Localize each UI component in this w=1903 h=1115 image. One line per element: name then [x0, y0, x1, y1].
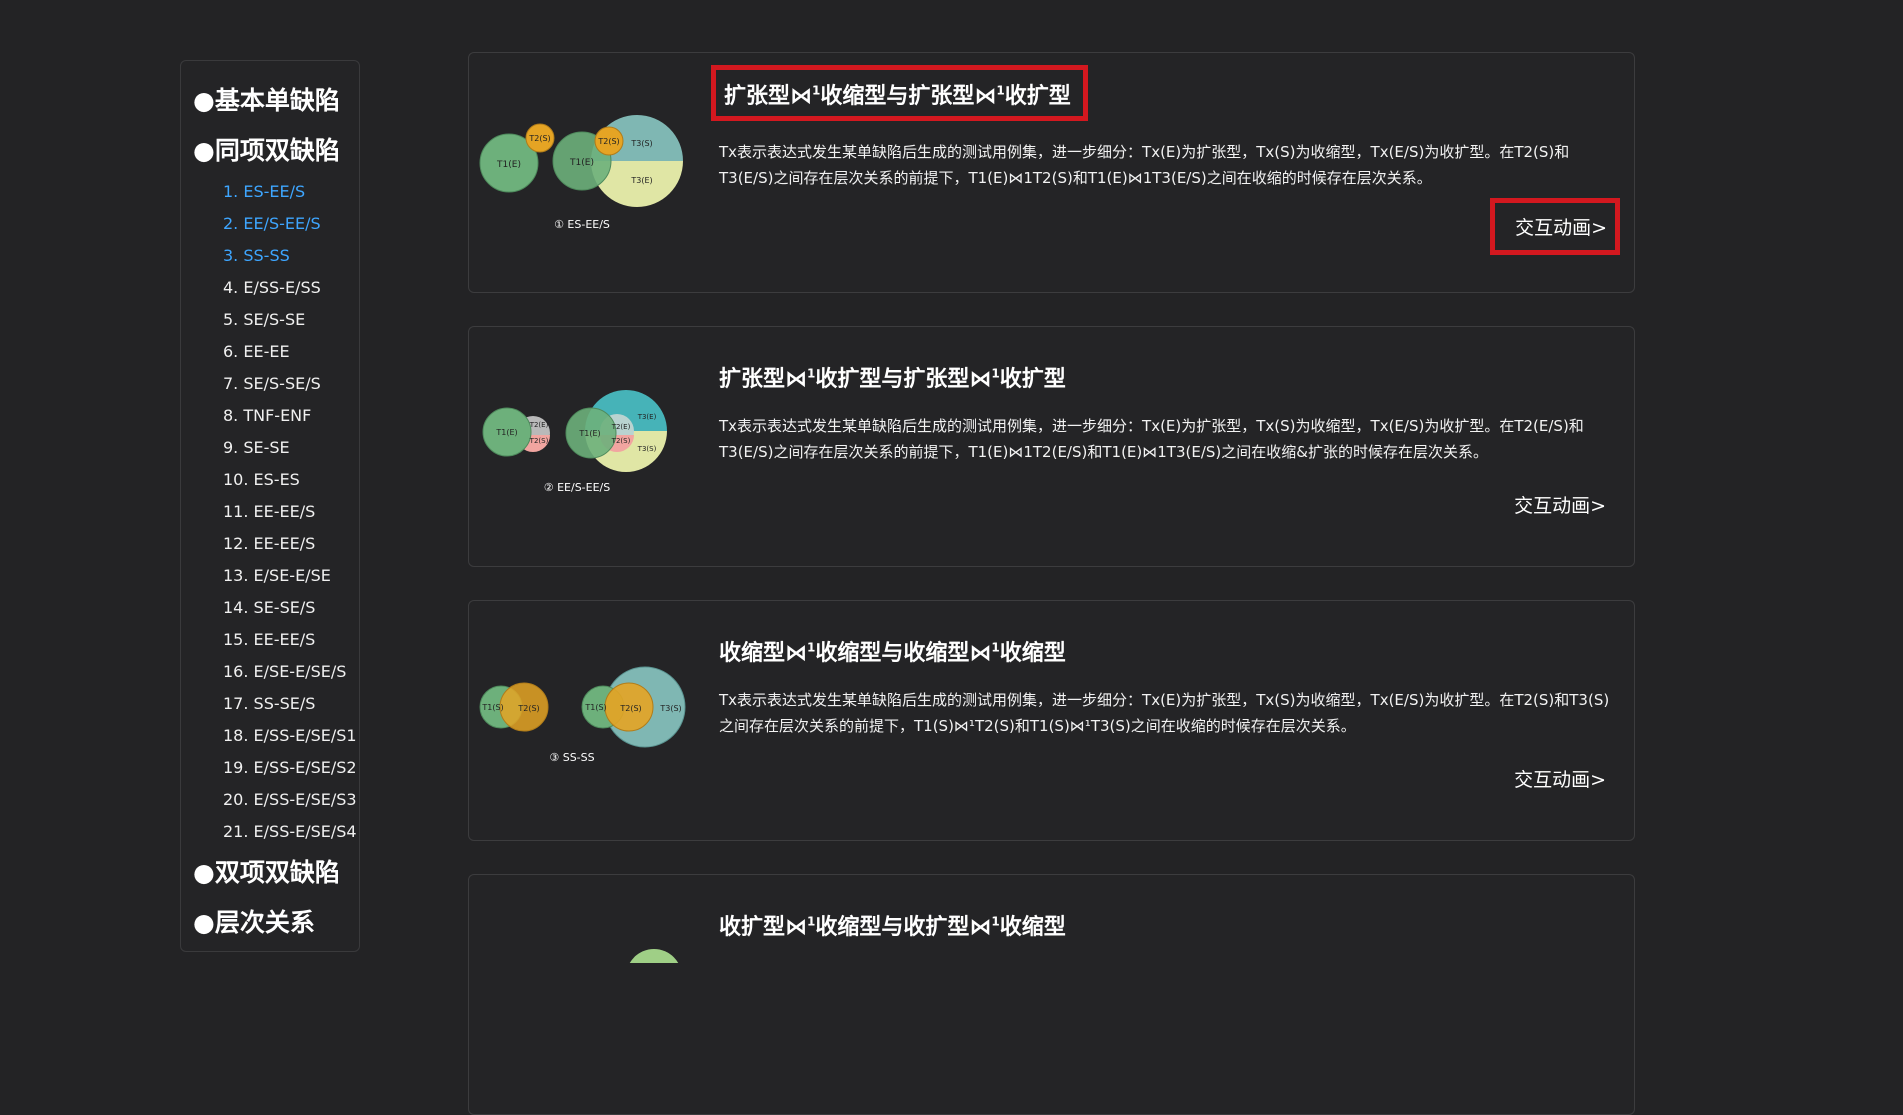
sidebar-item[interactable]: 6. EE-EE: [223, 336, 357, 368]
venn-label: T3(E): [630, 176, 652, 185]
venn-diagram-partial: [629, 949, 679, 963]
venn-label: T3(E): [637, 413, 657, 421]
sidebar-item[interactable]: 16. E/SE-E/SE/S: [223, 656, 357, 688]
defect-card: T1(S) T2(S) T1(S) T2(S) T3(S) ③ SS-SS 收缩…: [468, 600, 1635, 841]
card-title: 收缩型⋈1收缩型与收缩型⋈1收缩型: [719, 640, 1066, 666]
figure-caption: ③ SS-SS: [549, 751, 594, 764]
card-title: 扩张型⋈1收缩型与扩张型⋈1收扩型: [711, 65, 1088, 121]
sidebar-item[interactable]: 21. E/SS-E/SE/S4: [223, 816, 357, 848]
sidebar-item[interactable]: 12. EE-EE/S: [223, 528, 357, 560]
venn-label: T1(S): [481, 703, 503, 712]
venn-diagram-ss-ss: T1(S) T2(S) T1(S) T2(S) T3(S) ③ SS-SS: [479, 666, 686, 764]
sidebar-item[interactable]: 13. E/SE-E/SE: [223, 560, 357, 592]
sidebar-nav: ●基本单缺陷 ●同项双缺陷 1. ES-EE/S 2. EE/S-EE/S 3.…: [180, 60, 360, 952]
defect-card: T1(E) T2(S) T1(E) T2(S) T3(S) T3(E) ① ES…: [468, 52, 1635, 293]
venn-label: T2(S): [597, 137, 619, 146]
venn-label: T3(S): [659, 704, 681, 713]
sidebar-item[interactable]: 20. E/SS-E/SE/S3: [223, 784, 357, 816]
venn-label: T2(S): [517, 704, 539, 713]
interactive-animation-button[interactable]: 交互动画>: [1514, 765, 1606, 792]
card-title: 扩张型⋈1收扩型与扩张型⋈1收扩型: [719, 366, 1066, 392]
defect-card: 收扩型⋈1收缩型与收扩型⋈1收缩型: [468, 874, 1635, 1115]
sidebar-item[interactable]: 15. EE-EE/S: [223, 624, 357, 656]
venn-label: T2(S): [528, 134, 550, 143]
interactive-animation-button[interactable]: 交互动画>: [1490, 198, 1620, 255]
venn-label: T3(S): [630, 139, 652, 148]
sidebar-item[interactable]: 4. E/SS-E/SS: [223, 272, 357, 304]
sidebar-item[interactable]: 9. SE-SE: [223, 432, 357, 464]
sidebar-item[interactable]: 19. E/SS-E/SE/S2: [223, 752, 357, 784]
venn-label: T2(E): [529, 421, 549, 429]
venn-label: T2(E): [611, 423, 631, 431]
figure-caption: ① ES-EE/S: [554, 218, 610, 231]
venn-label: T2(S): [619, 704, 641, 713]
venn-label: T1(E): [578, 429, 600, 438]
sidebar-item[interactable]: 18. E/SS-E/SE/S1: [223, 720, 357, 752]
venn-label: T2(S): [611, 437, 631, 445]
venn-label: T1(E): [496, 160, 521, 170]
sidebar-section-same-item-double-defect[interactable]: ●同项双缺陷: [193, 131, 340, 167]
card-description: Tx表示表达式发生某单缺陷后生成的测试用例集，进一步细分：Tx(E)为扩张型，T…: [719, 691, 1610, 735]
card-description: Tx表示表达式发生某单缺陷后生成的测试用例集，进一步细分：Tx(E)为扩张型，T…: [719, 143, 1570, 187]
sidebar-section-hierarchy[interactable]: ●层次关系: [193, 903, 315, 939]
sidebar-item[interactable]: 14. SE-SE/S: [223, 592, 357, 624]
venn-label: T2(S): [529, 437, 549, 445]
figure-caption: ② EE/S-EE/S: [544, 481, 611, 494]
sidebar-item[interactable]: 5. SE/S-SE: [223, 304, 357, 336]
sidebar-item[interactable]: 10. ES-ES: [223, 464, 357, 496]
venn-diagram-ees-ees: T1(E) T2(E) T2(S) T1(E) T2(E) T2(S) T3(E…: [482, 390, 667, 494]
sidebar-item[interactable]: 1. ES-EE/S: [223, 176, 357, 208]
card-description: Tx表示表达式发生某单缺陷后生成的测试用例集，进一步细分：Tx(E)为扩张型，T…: [719, 417, 1584, 461]
venn-circle: [629, 949, 679, 963]
sidebar-sub-list: 1. ES-EE/S 2. EE/S-EE/S 3. SS-SS 4. E/SS…: [223, 176, 357, 848]
sidebar-item[interactable]: 11. EE-EE/S: [223, 496, 357, 528]
sidebar-item[interactable]: 3. SS-SS: [223, 240, 357, 272]
sidebar-item[interactable]: 7. SE/S-SE/S: [223, 368, 357, 400]
sidebar-item[interactable]: 17. SS-SE/S: [223, 688, 357, 720]
sidebar-item[interactable]: 8. TNF-ENF: [223, 400, 357, 432]
venn-label: T1(S): [584, 703, 606, 712]
sidebar-section-basic-single-defect[interactable]: ●基本单缺陷: [193, 81, 340, 117]
defect-card: T1(E) T2(E) T2(S) T1(E) T2(E) T2(S) T3(E…: [468, 326, 1635, 567]
venn-label: T1(E): [569, 158, 594, 168]
venn-diagram-es-ees: T1(E) T2(S) T1(E) T2(S) T3(S) T3(E) ① ES…: [479, 115, 683, 231]
venn-label: T3(S): [637, 445, 657, 453]
sidebar-item[interactable]: 2. EE/S-EE/S: [223, 208, 357, 240]
interactive-animation-button[interactable]: 交互动画>: [1514, 491, 1606, 518]
card-title: 收扩型⋈1收缩型与收扩型⋈1收缩型: [719, 914, 1066, 940]
venn-label: T1(E): [495, 428, 517, 437]
sidebar-section-double-item-double-defect[interactable]: ●双项双缺陷: [193, 853, 340, 889]
